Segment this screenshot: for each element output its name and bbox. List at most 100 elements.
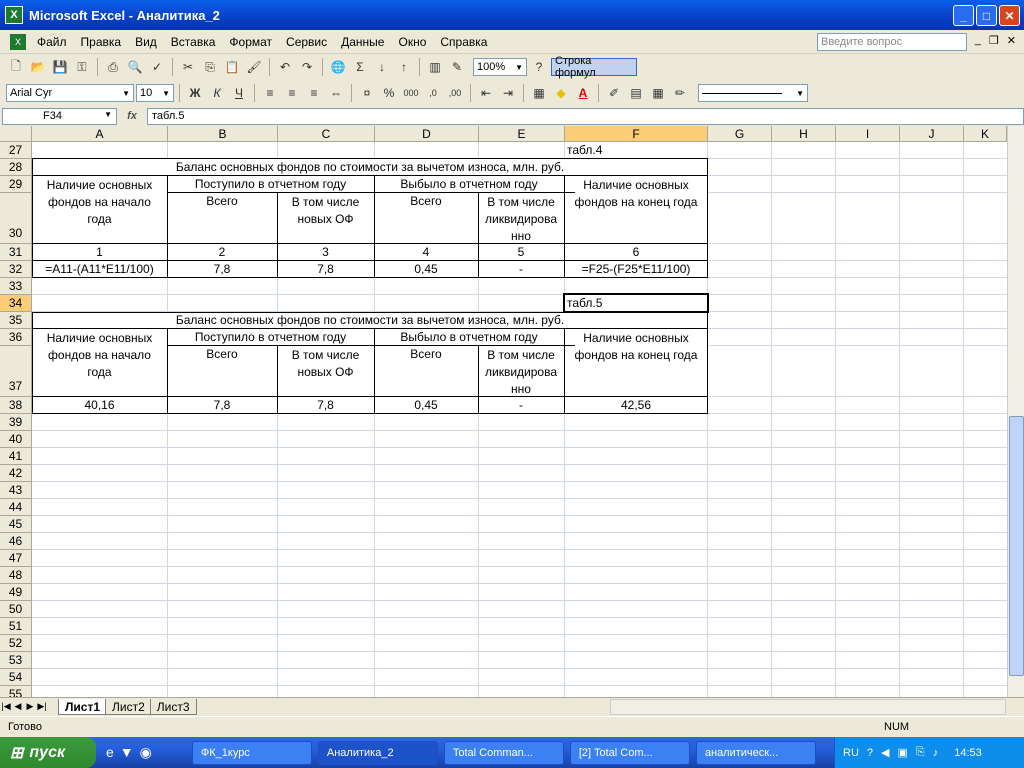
- table-icon[interactable]: ▦: [648, 83, 668, 103]
- row-header[interactable]: 39: [0, 414, 32, 431]
- col-header-j[interactable]: J: [900, 126, 964, 142]
- formula-bar-button[interactable]: Строка формул: [551, 55, 637, 79]
- volume-icon[interactable]: ♪: [933, 747, 939, 759]
- table5-value[interactable]: 7,8: [167, 398, 277, 412]
- align-left-icon[interactable]: ≡: [260, 83, 280, 103]
- underline-button[interactable]: Ч: [229, 83, 249, 103]
- table4-num[interactable]: 3: [277, 245, 374, 259]
- row-header[interactable]: 31: [0, 244, 32, 261]
- table4-num[interactable]: 1: [32, 245, 167, 259]
- copy-icon[interactable]: ⎘: [200, 57, 220, 77]
- decrease-indent-icon[interactable]: ⇤: [476, 83, 496, 103]
- menu-window[interactable]: Окно: [391, 35, 433, 49]
- table4-head-end[interactable]: Наличие основных фондов на конец года: [564, 177, 708, 211]
- last-sheet-button[interactable]: ▶|: [36, 701, 48, 712]
- minimize-button[interactable]: _: [953, 5, 974, 26]
- sheet-tab-2[interactable]: Лист2: [105, 698, 152, 715]
- prev-sheet-button[interactable]: ◀: [12, 701, 24, 712]
- row-header[interactable]: 51: [0, 618, 32, 635]
- print-icon[interactable]: ⎙: [103, 57, 123, 77]
- row-header[interactable]: 28: [0, 159, 32, 176]
- clock[interactable]: 14:53: [954, 747, 982, 759]
- percent-icon[interactable]: %: [379, 83, 399, 103]
- col-header-d[interactable]: D: [375, 126, 479, 142]
- taskbar-button[interactable]: [2] Total Com...: [569, 740, 690, 765]
- select-all-corner[interactable]: [0, 126, 32, 142]
- drawing-icon[interactable]: ✎: [447, 57, 467, 77]
- next-sheet-button[interactable]: ▶: [24, 701, 36, 712]
- tray-app-icon[interactable]: ▣: [897, 746, 907, 759]
- font-color-icon[interactable]: A: [573, 83, 593, 103]
- table5-head-total-b[interactable]: Всего: [167, 347, 277, 361]
- col-header-h[interactable]: H: [772, 126, 836, 142]
- increase-decimal-icon[interactable]: ,0: [423, 83, 443, 103]
- menu-edit[interactable]: Правка: [74, 35, 129, 49]
- merge-center-icon[interactable]: ⇔: [326, 83, 346, 103]
- table4-title[interactable]: Баланс основных фондов по стоимости за в…: [32, 160, 708, 174]
- table5-head-start[interactable]: Наличие основных фондов на начало года: [32, 330, 167, 381]
- table5-value[interactable]: 7,8: [277, 398, 374, 412]
- line-style-select[interactable]: ▼: [698, 84, 808, 102]
- print-preview-icon[interactable]: 🔍: [125, 57, 145, 77]
- grid-icon[interactable]: ▤: [626, 83, 646, 103]
- vertical-scroll-thumb[interactable]: [1009, 416, 1024, 676]
- table4-head-received[interactable]: Поступило в отчетном году: [167, 177, 374, 191]
- row-header[interactable]: 48: [0, 567, 32, 584]
- close-button[interactable]: ✕: [999, 5, 1020, 26]
- menu-tools[interactable]: Сервис: [279, 35, 334, 49]
- row-header[interactable]: 37: [0, 346, 32, 397]
- table5-head-end[interactable]: Наличие основных фондов на конец года: [564, 330, 708, 364]
- table4-head-retired[interactable]: Выбыло в отчетном году: [374, 177, 564, 191]
- borders-icon[interactable]: ▦: [529, 83, 549, 103]
- table5-value[interactable]: 0,45: [374, 398, 478, 412]
- table5-value[interactable]: 40,16: [32, 398, 167, 412]
- thousands-icon[interactable]: 000: [401, 83, 421, 103]
- workbook-icon[interactable]: X: [10, 33, 26, 50]
- row-header[interactable]: 52: [0, 635, 32, 652]
- table5-head-total-d[interactable]: Всего: [374, 347, 478, 361]
- row-header[interactable]: 43: [0, 482, 32, 499]
- font-size-select[interactable]: 10 ▼: [136, 84, 174, 102]
- sheet-tab-3[interactable]: Лист3: [149, 698, 197, 715]
- row-header[interactable]: 27: [0, 142, 32, 159]
- sort-desc-icon[interactable]: ↑: [394, 57, 414, 77]
- row-header[interactable]: 33: [0, 278, 32, 295]
- media-player-icon[interactable]: ◉: [140, 744, 152, 761]
- align-center-icon[interactable]: ≡: [282, 83, 302, 103]
- fill-color-icon[interactable]: ◆: [551, 83, 571, 103]
- table4-value[interactable]: 7,8: [167, 262, 277, 276]
- col-header-i[interactable]: I: [836, 126, 900, 142]
- spelling-icon[interactable]: ✓: [147, 57, 167, 77]
- table5-head-new[interactable]: В том числе новых ОФ: [277, 347, 374, 381]
- taskbar-button[interactable]: ФК_1курс: [191, 740, 312, 765]
- fx-icon[interactable]: fx: [117, 110, 147, 122]
- table4-value[interactable]: 7,8: [277, 262, 374, 276]
- permission-icon[interactable]: ⚿: [72, 57, 92, 77]
- name-box[interactable]: F34 ▼: [2, 107, 117, 125]
- paste-icon[interactable]: 📋: [222, 57, 242, 77]
- formula-input[interactable]: табл.5: [147, 107, 1024, 125]
- pencil-icon[interactable]: ✏: [670, 83, 690, 103]
- hyperlink-icon[interactable]: 🌐: [328, 57, 348, 77]
- first-sheet-button[interactable]: |◀: [0, 701, 12, 712]
- col-header-a[interactable]: A: [32, 126, 168, 142]
- table5-head-received[interactable]: Поступило в отчетном году: [167, 330, 374, 344]
- open-icon[interactable]: 📂: [28, 57, 48, 77]
- table5-value[interactable]: -: [478, 398, 564, 412]
- table4-num[interactable]: 4: [374, 245, 478, 259]
- menu-view[interactable]: Вид: [128, 35, 164, 49]
- table5-value[interactable]: 42,56: [564, 398, 708, 412]
- col-header-k[interactable]: K: [964, 126, 1007, 142]
- cut-icon[interactable]: ✂: [178, 57, 198, 77]
- save-icon[interactable]: 💾: [50, 57, 70, 77]
- new-icon[interactable]: 🗋: [6, 57, 26, 77]
- row-header[interactable]: 53: [0, 652, 32, 669]
- vertical-scrollbar[interactable]: [1007, 126, 1024, 697]
- excel-app-icon[interactable]: X: [5, 6, 23, 24]
- currency-icon[interactable]: ¤: [357, 83, 377, 103]
- active-cell-cursor[interactable]: [563, 293, 709, 313]
- menu-help[interactable]: Справка: [433, 35, 494, 49]
- redo-icon[interactable]: ↷: [297, 57, 317, 77]
- table4-head-new[interactable]: В том числе новых ОФ: [277, 194, 374, 228]
- table4-value[interactable]: 0,45: [374, 262, 478, 276]
